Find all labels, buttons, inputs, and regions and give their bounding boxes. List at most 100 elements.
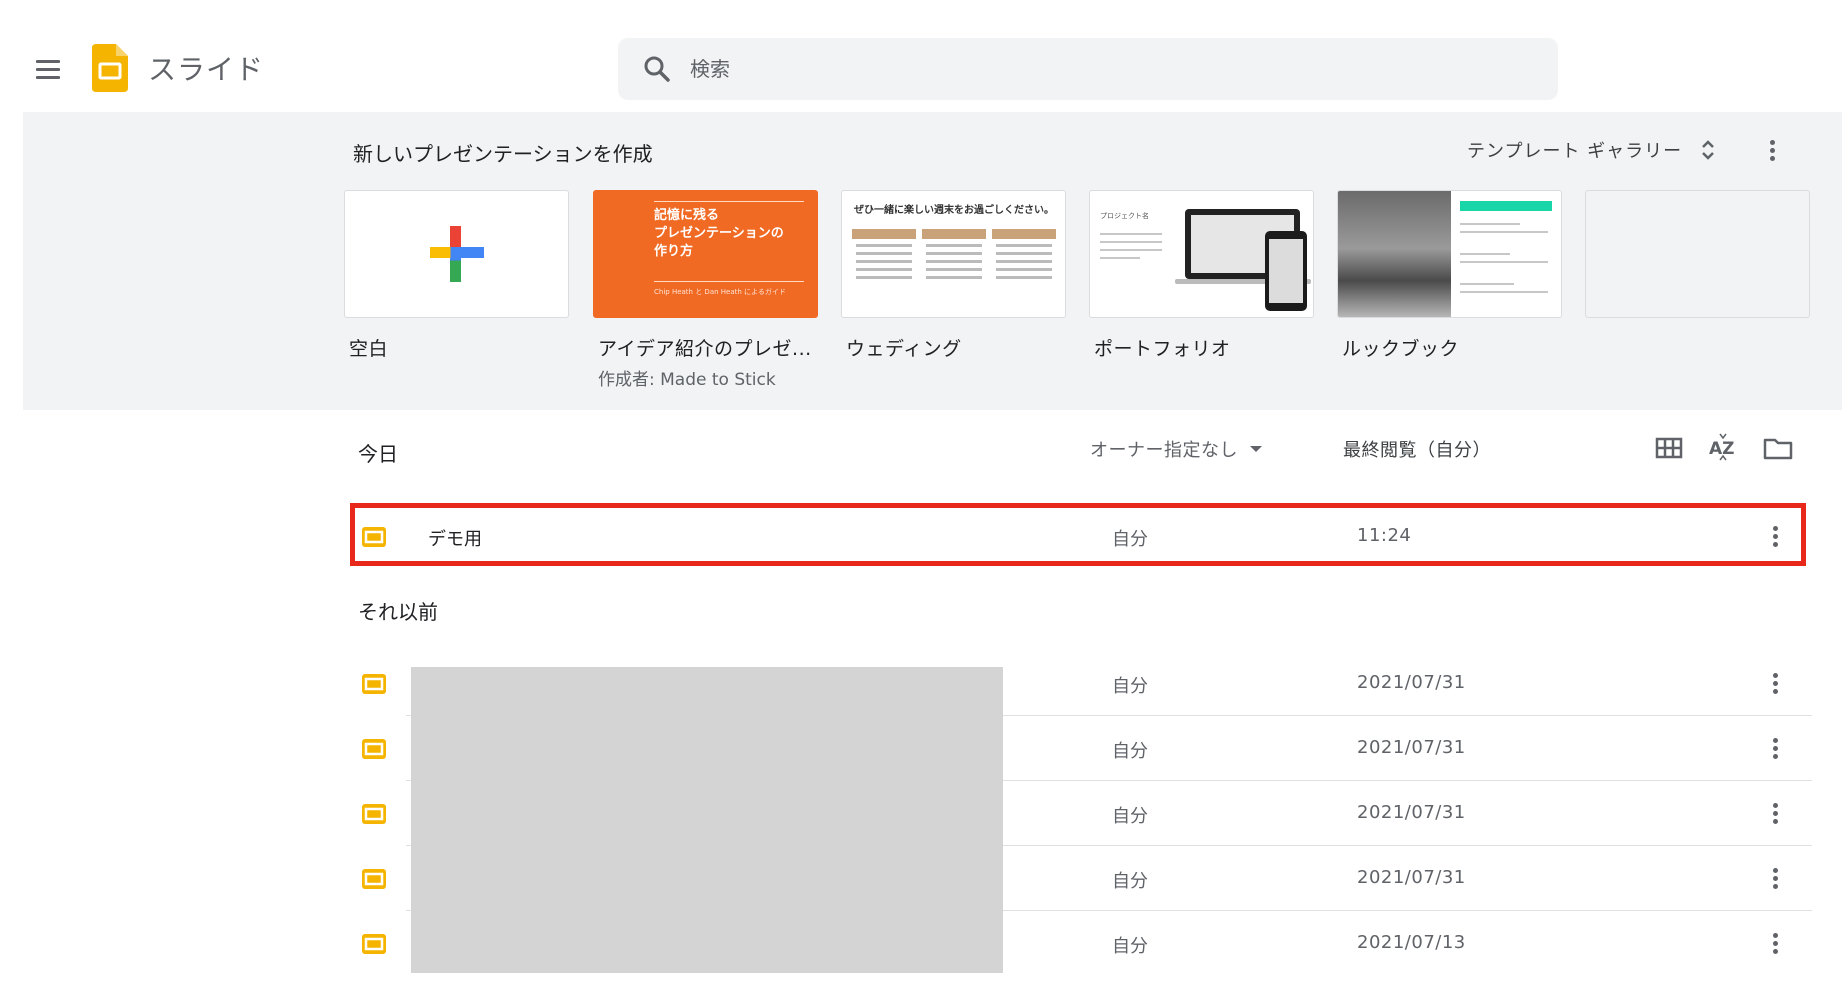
thumb-line [926,276,982,279]
unfold-icon [1702,140,1715,160]
template-heading: 新しいプレゼンテーションを作成 [353,142,653,166]
template-made-to-stick[interactable]: 記憶に残る プレゼンテーションの 作り方 Chip Heath と Dan He… [593,190,818,390]
search-bar[interactable] [618,38,1558,100]
menu-icon [36,60,60,63]
template-author: 作成者: Made to Stick [598,370,776,390]
thumb-line [1460,231,1548,233]
thumb-line [996,276,1052,279]
thumb-title: 記憶に残る プレゼンテーションの 作り方 [654,208,784,259]
file-owner: 自分 [1112,676,1148,697]
sort-az-icon[interactable]: AZ [1707,432,1739,464]
more-vert-icon [1773,933,1778,938]
thumb-line [1460,223,1520,225]
template-thumbnail[interactable] [1337,190,1562,318]
highlight-box [350,503,1806,566]
more-vert-icon [1773,868,1778,873]
thumb-title-highlight [1460,201,1552,211]
thumb-line [1100,257,1140,259]
template-gallery-button[interactable]: テンプレート ギャラリー [1467,132,1716,168]
more-vert-dot [1773,746,1778,751]
template-thumbnail[interactable] [1585,190,1810,318]
template-name: 空白 [349,338,389,360]
owner-filter-dropdown[interactable]: オーナー指定なし [1090,436,1262,462]
more-vert-dot [1773,949,1778,954]
thumb-line [926,260,982,263]
template-lookbook[interactable]: ルックブック [1337,190,1562,361]
more-vert-dot [1773,819,1778,824]
file-owner: 自分 [1112,806,1148,827]
thumb-title: プロジェクト名 [1100,212,1149,220]
dropdown-arrow-icon [1250,446,1262,452]
slides-file-icon [362,804,386,824]
plus-icon-bar [430,247,484,258]
more-vert-dot [1773,681,1778,686]
more-vert-dot [1773,811,1778,816]
template-wedding[interactable]: ぜひ一緒に楽しい週末をお過ごしください。 ウェディング [841,190,1066,361]
template-thumbnail[interactable]: 記憶に残る プレゼンテーションの 作り方 Chip Heath と Dan He… [593,190,818,318]
app-header: スライド [0,0,1842,112]
thumb-rule [654,201,804,202]
file-date: 2021/07/31 [1357,802,1466,823]
search-icon[interactable] [642,54,672,84]
more-vert-dot [1773,754,1778,759]
row-more-button[interactable] [1762,798,1790,830]
file-date: 2021/07/31 [1357,672,1466,693]
file-owner: 自分 [1112,741,1148,762]
thumb-subtitle: Chip Heath と Dan Heath によるガイド [654,288,786,296]
thumb-line [996,252,1052,255]
row-more-button[interactable] [1762,733,1790,765]
template-thumbnail[interactable]: ぜひ一緒に楽しい週末をお過ごしください。 [841,190,1066,318]
template-partial[interactable] [1585,190,1810,318]
slides-file-icon [362,869,386,889]
redacted-file-names [411,667,1003,973]
file-date: 2021/07/31 [1357,737,1466,758]
row-more-button[interactable] [1762,928,1790,960]
more-vert-icon [1773,673,1778,678]
thumb-bar [992,229,1056,239]
template-portfolio[interactable]: プロジェクト名 ポートフォリオ [1089,190,1314,361]
slides-logo-icon[interactable] [92,44,128,92]
template-name: ポートフォリオ [1094,338,1231,360]
file-owner: 自分 [1112,936,1148,957]
more-vert-dot [1773,884,1778,889]
thumb-line [1460,291,1548,293]
template-name: ルックブック [1342,338,1460,360]
more-vert-dot [1773,689,1778,694]
more-vert-dot [1773,876,1778,881]
thumb-line [926,252,982,255]
slides-file-icon [362,674,386,694]
owner-filter-label: オーナー指定なし [1090,440,1238,461]
slides-file-icon [362,934,386,954]
template-thumbnail[interactable]: プロジェクト名 [1089,190,1314,318]
thumb-line [1100,241,1162,243]
more-vert-dot [1773,941,1778,946]
menu-icon-bar [36,76,60,79]
row-more-button[interactable] [1762,863,1790,895]
app-title[interactable]: スライド [148,48,264,88]
template-thumbnail[interactable] [344,190,569,318]
section-earlier: それ以前 [358,600,438,624]
thumb-title: ぜひ一緒に楽しい週末をお過ごしください。 [854,205,1054,216]
sort-last-opened[interactable]: 最終閲覧（自分） [1343,436,1491,462]
row-more-button[interactable] [1762,668,1790,700]
phone-screen [1269,239,1303,303]
template-gallery-label: テンプレート ギャラリー [1467,141,1683,162]
template-more-button[interactable] [1759,136,1787,166]
thumb-line [1460,253,1510,255]
thumb-line [856,276,912,279]
thumb-column [852,229,916,309]
thumb-line [856,260,912,263]
thumb-column [992,229,1056,309]
thumb-bar [922,229,986,239]
main-menu-button[interactable] [30,52,66,88]
template-blank[interactable]: 空白 [344,190,569,361]
file-date: 2021/07/31 [1357,867,1466,888]
search-input[interactable] [690,48,1530,90]
lookbook-photo [1338,191,1451,317]
thumb-line [926,244,982,247]
template-section: 新しいプレゼンテーションを作成 テンプレート ギャラリー 空白 記憶に残る プレ… [23,112,1842,410]
thumb-bar [852,229,916,239]
grid-view-icon[interactable] [1653,432,1685,464]
thumb-line [856,252,912,255]
folder-icon[interactable] [1762,432,1794,464]
